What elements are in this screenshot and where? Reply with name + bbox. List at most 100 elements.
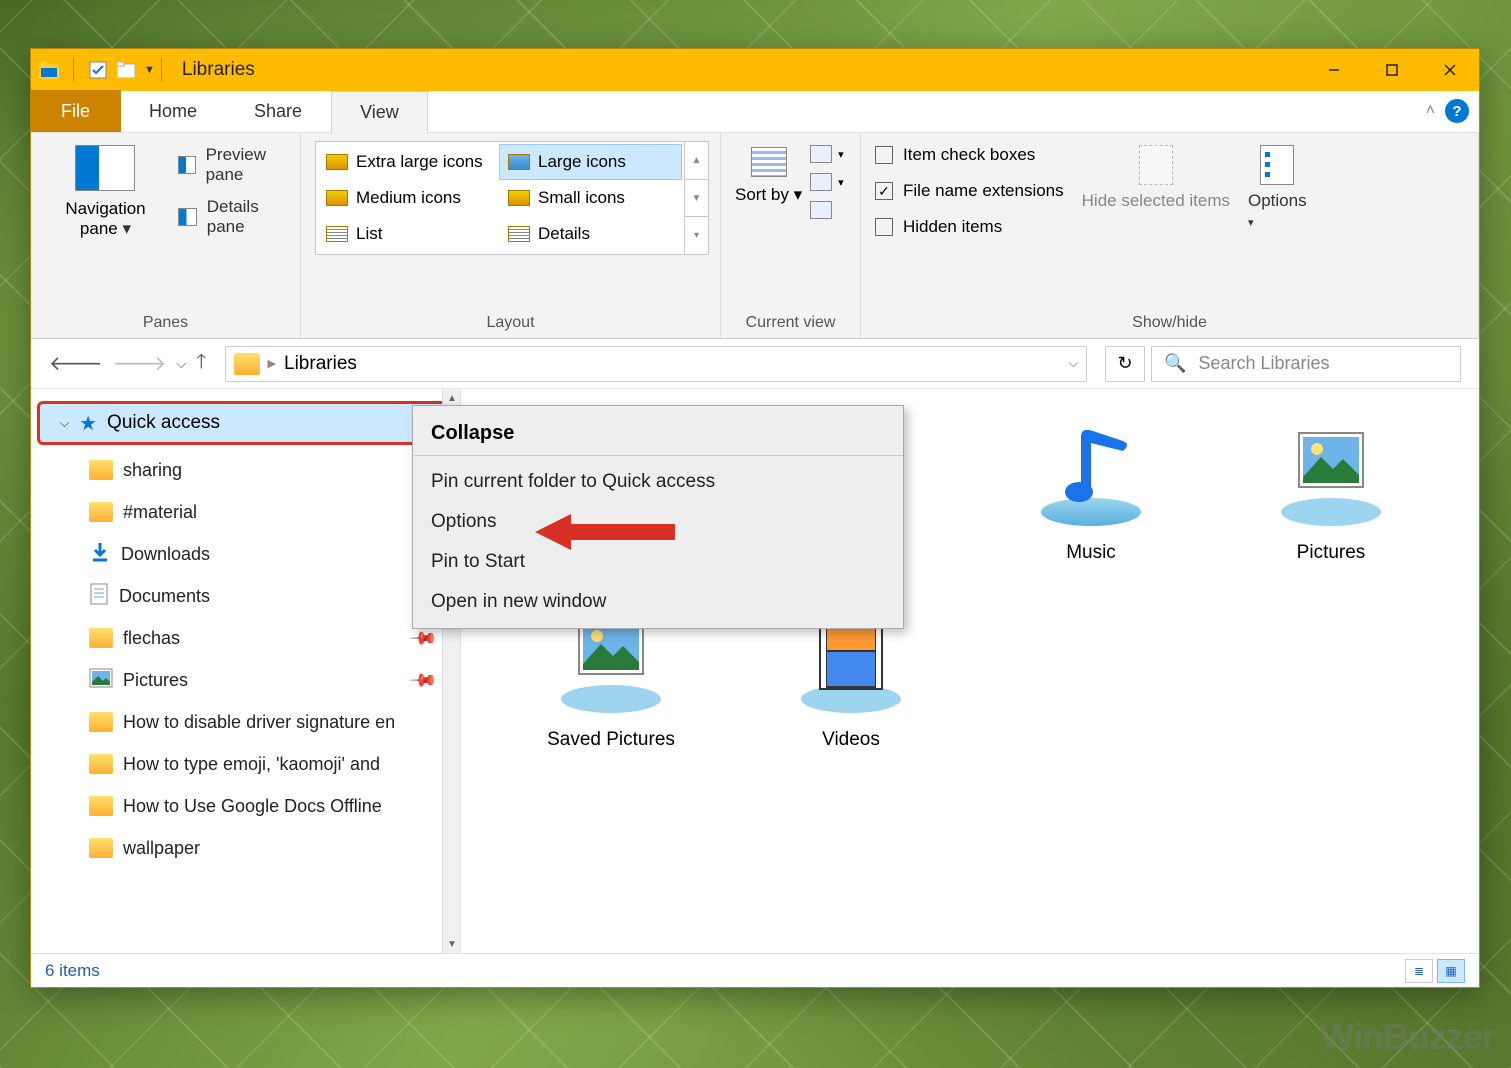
hidden-items-label: Hidden items [903, 217, 1002, 237]
tree-item-icon [89, 502, 113, 522]
layout-expand-icon[interactable]: ▾ [685, 217, 708, 254]
navigation-pane-label: Navigation pane [65, 199, 145, 238]
breadcrumb-location[interactable]: Libraries [284, 353, 357, 375]
details-pane-icon [178, 208, 197, 226]
tab-share[interactable]: Share [226, 90, 331, 132]
breadcrumb-chevron-icon[interactable]: ▶ [268, 357, 276, 370]
file-extensions-checkbox[interactable]: ✓File name extensions [875, 181, 1064, 201]
forward-button[interactable]: 🡒 [113, 351, 167, 376]
tree-item[interactable]: sharing [31, 449, 460, 491]
tree-item[interactable]: Pictures📌 [31, 659, 460, 701]
tree-item[interactable]: Documents [31, 575, 460, 617]
layout-extra-large[interactable]: Extra large icons [318, 144, 499, 180]
library-label: Saved Pictures [547, 729, 675, 751]
view-icons-button[interactable]: ▦ [1437, 959, 1465, 983]
layout-scroll-down-icon[interactable]: ▼ [685, 180, 708, 218]
item-checkboxes-label: Item check boxes [903, 145, 1035, 165]
library-label: Pictures [1297, 542, 1366, 564]
hide-selected-icon [1139, 145, 1173, 185]
layout-scroll-up-icon[interactable]: ▲ [685, 142, 708, 180]
minimize-button[interactable] [1305, 49, 1363, 91]
window-controls [1305, 49, 1479, 91]
sort-by-button[interactable]: Sort by ▾ [735, 141, 802, 205]
item-checkboxes-checkbox[interactable]: Item check boxes [875, 145, 1064, 165]
tree-item[interactable]: Downloads [31, 533, 460, 575]
collapse-ribbon-icon[interactable]: ˄ [1426, 102, 1435, 120]
search-placeholder: Search Libraries [1198, 353, 1329, 374]
preview-pane-button[interactable]: Preview pane [178, 145, 286, 185]
options-button[interactable]: Options▾ [1248, 145, 1307, 231]
details-pane-button[interactable]: Details pane [178, 197, 286, 237]
address-dropdown-icon[interactable]: ⌵ [1069, 356, 1078, 371]
hide-selected-button[interactable]: Hide selected items [1082, 145, 1230, 211]
layout-medium[interactable]: Medium icons [318, 180, 500, 216]
tree-item[interactable]: flechas📌 [31, 617, 460, 659]
navigation-tree[interactable]: ⌵ ★ Quick access sharing#material Downloa… [31, 389, 461, 953]
add-columns-icon [810, 173, 832, 191]
layout-list[interactable]: List [318, 216, 500, 252]
layout-large[interactable]: Large icons [499, 144, 682, 180]
tree-item-label: Pictures [123, 670, 188, 691]
address-input[interactable]: ▶ Libraries ⌵ [225, 346, 1087, 382]
tree-item[interactable]: #material [31, 491, 460, 533]
context-menu-pin-quick-access[interactable]: Pin current folder to Quick access [413, 462, 903, 502]
group-label-layout: Layout [315, 308, 706, 338]
watermark: WinBuzzer [1320, 1016, 1495, 1058]
item-count: 6 items [45, 961, 100, 981]
group-label-panes: Panes [45, 308, 286, 338]
tree-item-icon [89, 838, 113, 858]
tree-item-icon [89, 796, 113, 816]
refresh-button[interactable]: ↻ [1105, 346, 1145, 382]
size-columns-button[interactable] [810, 201, 844, 219]
up-button[interactable]: 🡑 [196, 347, 206, 381]
tree-item-label: How to disable driver signature en [123, 712, 395, 733]
location-folder-icon [234, 353, 260, 375]
expand-chevron-icon[interactable]: ⌵ [60, 416, 69, 431]
context-menu-open-new-window[interactable]: Open in new window [413, 582, 903, 622]
star-icon: ★ [79, 411, 97, 436]
size-columns-icon [810, 201, 832, 219]
library-item[interactable]: Pictures [1241, 417, 1421, 564]
ribbon-group-layout: Extra large icons Large icons Medium ico… [301, 133, 721, 338]
tree-item[interactable]: How to disable driver signature en [31, 701, 460, 743]
tab-home[interactable]: Home [121, 90, 226, 132]
library-icon [1271, 417, 1391, 532]
options-icon [1260, 145, 1294, 185]
library-item[interactable]: Music [1001, 417, 1181, 564]
view-details-button[interactable]: ≣ [1405, 959, 1433, 983]
new-folder-icon[interactable] [116, 60, 136, 80]
qat-dropdown-icon[interactable]: ▼ [144, 64, 155, 76]
close-button[interactable] [1421, 49, 1479, 91]
tree-item-icon [89, 628, 113, 648]
ribbon-group-current-view: Sort by ▾ ▾ ▾ Current view [721, 133, 861, 338]
layout-small[interactable]: Small icons [500, 180, 682, 216]
hidden-items-checkbox[interactable]: Hidden items [875, 217, 1064, 237]
tree-item[interactable]: wallpaper [31, 827, 460, 869]
layout-scroll[interactable]: ▲ ▼ ▾ [685, 141, 709, 255]
search-icon: 🔍 [1164, 353, 1186, 374]
group-by-button[interactable]: ▾ [810, 145, 844, 163]
tree-item[interactable]: How to Use Google Docs Offline [31, 785, 460, 827]
tab-file[interactable]: File [31, 90, 121, 132]
tree-quick-access[interactable]: ⌵ ★ Quick access [37, 401, 454, 445]
layout-gallery[interactable]: Extra large icons Large icons Medium ico… [315, 141, 685, 255]
tree-item[interactable]: How to type emoji, 'kaomoji' and [31, 743, 460, 785]
title-bar[interactable]: ▼ Libraries [31, 49, 1479, 91]
help-icon[interactable]: ? [1445, 99, 1469, 123]
maximize-button[interactable] [1363, 49, 1421, 91]
add-columns-button[interactable]: ▾ [810, 173, 844, 191]
navigation-pane-button[interactable]: Navigation pane ▾ [45, 141, 166, 308]
context-menu-header[interactable]: Collapse [413, 412, 903, 456]
tab-view[interactable]: View [331, 91, 428, 133]
recent-locations-button[interactable]: ⌵ [176, 356, 186, 372]
layout-details[interactable]: Details [500, 216, 682, 252]
search-input[interactable]: 🔍 Search Libraries [1151, 346, 1461, 382]
properties-icon[interactable] [88, 60, 108, 80]
tree-item-label: Downloads [121, 544, 210, 565]
back-button[interactable]: 🡐 [49, 351, 103, 376]
navigation-pane-icon [75, 145, 135, 191]
explorer-icon [39, 60, 59, 80]
tree-item-label: wallpaper [123, 838, 200, 859]
scroll-down-icon[interactable]: ▼ [443, 935, 461, 953]
quick-access-label: Quick access [107, 412, 220, 434]
